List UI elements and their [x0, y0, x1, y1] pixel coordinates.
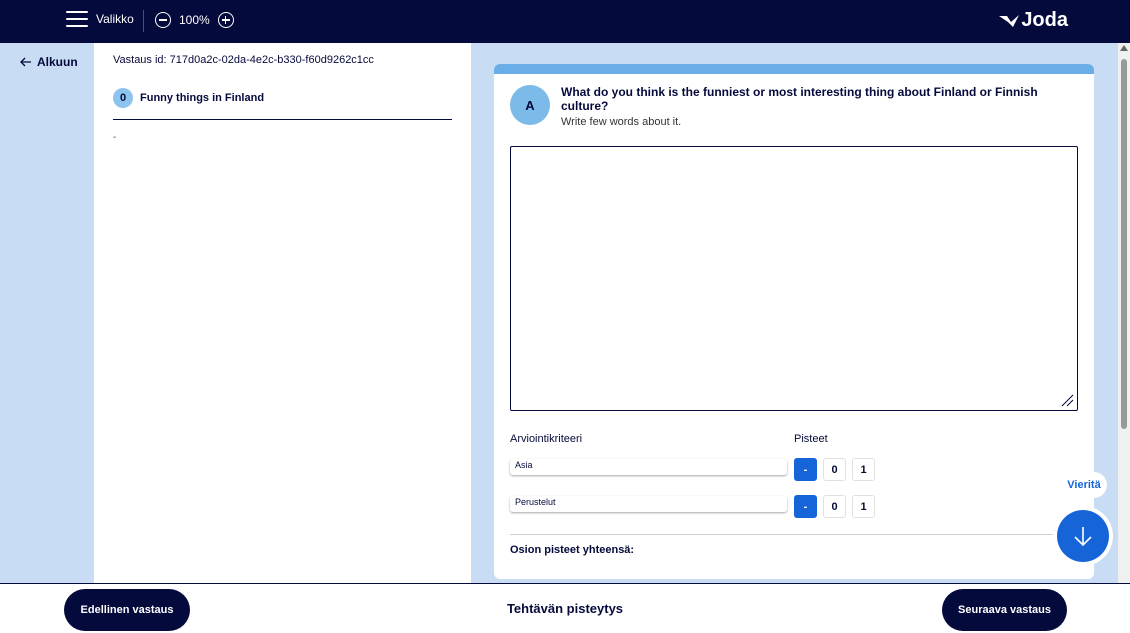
- left-rail: Alkuun: [0, 43, 94, 583]
- scrollbar[interactable]: [1118, 43, 1130, 583]
- bird-icon: [999, 14, 1020, 27]
- section-item[interactable]: 0 Funny things in Finland: [113, 88, 264, 108]
- zoom-value: 100%: [179, 13, 210, 27]
- points-zero-button[interactable]: 0: [823, 458, 846, 481]
- criterion-name: Asia: [510, 459, 787, 475]
- arrow-left-icon: [20, 57, 31, 67]
- section-total-label: Osion pisteet yhteensä:: [510, 544, 635, 556]
- divider: [510, 534, 1078, 535]
- menu-label: Valikko: [96, 12, 134, 26]
- top-bar: Valikko 100% Joda: [0, 0, 1130, 43]
- logo: Joda: [999, 9, 1068, 32]
- question-card: A What do you think is the funniest or m…: [494, 64, 1094, 579]
- points-header: Pisteet: [794, 433, 828, 445]
- scroll-down-button[interactable]: [1053, 506, 1113, 566]
- answer-textarea[interactable]: [510, 146, 1078, 411]
- scroll-up-arrow-icon[interactable]: [1120, 45, 1128, 51]
- scroll-thumb[interactable]: [1121, 59, 1127, 429]
- points-one-button[interactable]: 1: [852, 495, 875, 518]
- points-none-button[interactable]: -: [794, 458, 817, 481]
- scroll-down-button-inner: [1057, 510, 1109, 562]
- menu-button[interactable]: Valikko: [66, 11, 134, 27]
- scoring-area: A What do you think is the funniest or m…: [471, 43, 1118, 583]
- question-subtitle: Write few words about it.: [561, 116, 682, 128]
- logo-text: Joda: [1021, 9, 1068, 31]
- scroll-helper-label: Vieritä: [1061, 472, 1107, 498]
- criterion-row: Perustelut - 0 1: [510, 495, 880, 518]
- question-letter-badge: A: [510, 85, 550, 125]
- criterion-name: Perustelut: [510, 496, 787, 512]
- back-label: Alkuun: [37, 55, 78, 69]
- points-one-button[interactable]: 1: [852, 458, 875, 481]
- zoom-control: 100%: [155, 12, 234, 28]
- zoom-out-icon[interactable]: [155, 12, 171, 28]
- bottom-bar: Edellinen vastaus Tehtävän pisteytys Seu…: [0, 583, 1130, 633]
- arrow-down-icon: [1074, 527, 1092, 547]
- points-none-button[interactable]: -: [794, 495, 817, 518]
- criteria-header: Arviointikriteeri: [510, 433, 583, 445]
- next-answer-button[interactable]: Seuraava vastaus: [942, 589, 1067, 631]
- question-title: What do you think is the funniest or mos…: [561, 85, 1038, 113]
- points-zero-button[interactable]: 0: [823, 495, 846, 518]
- criterion-row: Asia - 0 1: [510, 458, 880, 481]
- zoom-in-icon[interactable]: [217, 12, 234, 28]
- back-link[interactable]: Alkuun: [20, 55, 78, 69]
- card-accent-bar: [494, 64, 1094, 74]
- section-number-badge: 0: [113, 88, 133, 108]
- hamburger-icon: [66, 11, 88, 27]
- divider: [113, 119, 452, 120]
- section-title: Funny things in Finland: [140, 92, 265, 104]
- resize-grip-icon[interactable]: [1060, 393, 1074, 407]
- answer-id: Vastaus id: 717d0a2c-02da-4e2c-b330-f60d…: [113, 54, 374, 66]
- divider: [143, 10, 144, 32]
- placeholder-dash: -: [113, 132, 117, 143]
- answer-panel: Vastaus id: 717d0a2c-02da-4e2c-b330-f60d…: [94, 43, 471, 583]
